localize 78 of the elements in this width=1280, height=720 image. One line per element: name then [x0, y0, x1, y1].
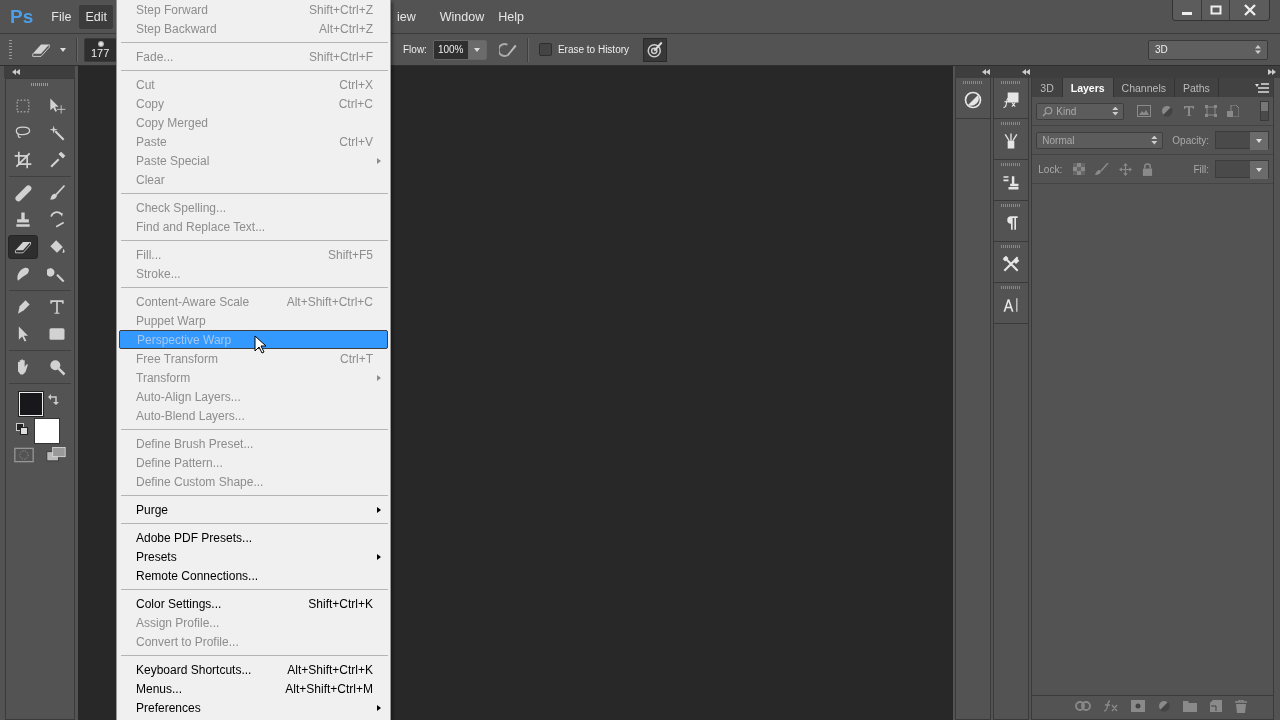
filter-toggle[interactable] — [1260, 101, 1269, 121]
opacity-field[interactable] — [1215, 131, 1269, 149]
menu-bar-item[interactable]: File — [45, 4, 78, 29]
checkbox-label: Erase to History — [557, 44, 630, 55]
menu-item[interactable]: Adobe PDF Presets... — [119, 528, 388, 547]
flow-field[interactable]: 100% — [432, 39, 487, 60]
minimize-icon — [1182, 12, 1192, 15]
magnifier-icon — [47, 357, 67, 377]
half-circle-icon[interactable] — [1161, 105, 1174, 117]
maximize-icon — [1209, 4, 1222, 16]
magic-wand-icon — [47, 123, 67, 143]
crop-icon — [13, 150, 33, 170]
opacity-label: Opacity: — [1172, 134, 1209, 146]
menu-item[interactable]: Keyboard Shortcuts... Alt+Shift+Ctrl+K — [119, 660, 388, 679]
collapse-arrows-icon[interactable] — [982, 69, 990, 75]
menu-bar-item[interactable]: Window — [433, 4, 491, 29]
panel-button[interactable] — [956, 78, 991, 119]
panel-tab[interactable]: Channels — [1113, 78, 1175, 97]
menu-item[interactable]: Preferences — [119, 698, 388, 717]
mask-icon[interactable] — [1131, 700, 1145, 712]
expand-arrows-icon[interactable] — [1268, 69, 1276, 75]
screen-mode-icon[interactable] — [46, 446, 66, 464]
stamp-icon — [13, 210, 33, 230]
lock-label: Lock: — [1038, 163, 1063, 175]
minimize-button[interactable] — [1173, 0, 1201, 20]
background-color-swatch[interactable] — [34, 418, 60, 444]
menu-item[interactable]: Presets — [119, 547, 388, 566]
close-button[interactable] — [1229, 0, 1269, 20]
panel-button[interactable] — [994, 283, 1029, 324]
tablet-pressure-button[interactable] — [643, 37, 668, 62]
half-circle-icon[interactable] — [1158, 700, 1170, 712]
type-tool-icon — [47, 297, 67, 317]
menu-item[interactable]: Color Settings... Shift+Ctrl+K — [119, 594, 388, 613]
flow-label: Flow: — [403, 44, 427, 55]
erase-history-checkbox[interactable] — [538, 43, 552, 56]
panel-button[interactable] — [994, 242, 1029, 283]
panel-button[interactable] — [994, 160, 1029, 201]
brush-icon — [47, 183, 67, 203]
filter-type-select[interactable]: Kind — [1036, 102, 1125, 120]
menu-item[interactable]: Menus... Alt+Shift+Ctrl+M — [119, 679, 388, 698]
menu-bar-item[interactable]: Edit — [79, 4, 113, 29]
maximize-button[interactable] — [1201, 0, 1229, 20]
collapse-arrows-icon[interactable] — [12, 69, 20, 75]
search-icon — [1042, 105, 1054, 117]
fill-label: Fill: — [1193, 163, 1209, 175]
panel-tab[interactable]: Paths — [1175, 78, 1219, 97]
menu-bar-item[interactable]: iew — [396, 4, 422, 29]
default-colors-icon[interactable] — [16, 423, 28, 435]
blend-mode-select[interactable]: Normal — [1036, 131, 1164, 149]
crossed-tools-icon — [1001, 254, 1022, 274]
menu-bar-item[interactable]: Help — [492, 4, 530, 29]
half-circle-icon — [963, 90, 984, 110]
collapse-arrows-icon[interactable] — [1022, 69, 1030, 75]
checkerboard-icon[interactable] — [1073, 163, 1086, 175]
panel-tab[interactable]: Layers — [1062, 78, 1114, 97]
eraser-tool[interactable] — [8, 235, 38, 259]
airbrush-icon[interactable] — [498, 40, 519, 59]
mouse-cursor-icon — [254, 335, 268, 355]
caret-icon[interactable] — [60, 47, 66, 52]
target-pen-icon — [646, 40, 665, 59]
foreground-color-swatch[interactable] — [19, 392, 43, 416]
quick-mask-icon[interactable] — [14, 446, 34, 464]
workspace-select[interactable]: 3D — [1148, 39, 1268, 60]
panel-button[interactable] — [994, 78, 1029, 119]
menu-item[interactable]: Remote Connections... — [119, 566, 388, 585]
styles-icon — [1001, 90, 1022, 110]
app-logo: Ps — [10, 5, 34, 28]
menu-item[interactable]: Purge — [119, 500, 388, 519]
bandage-icon — [13, 183, 33, 203]
grip-handle[interactable] — [9, 39, 12, 60]
swap-arrow-icon[interactable] — [48, 393, 60, 405]
panel-menu-icon[interactable] — [1255, 83, 1269, 93]
move-arrow-icon — [47, 96, 67, 116]
panel-button[interactable] — [994, 119, 1029, 160]
fill-field[interactable] — [1215, 160, 1269, 178]
panel-tab[interactable]: 3D — [1032, 78, 1063, 97]
panel-button[interactable] — [994, 201, 1029, 242]
close-icon — [1243, 4, 1256, 16]
